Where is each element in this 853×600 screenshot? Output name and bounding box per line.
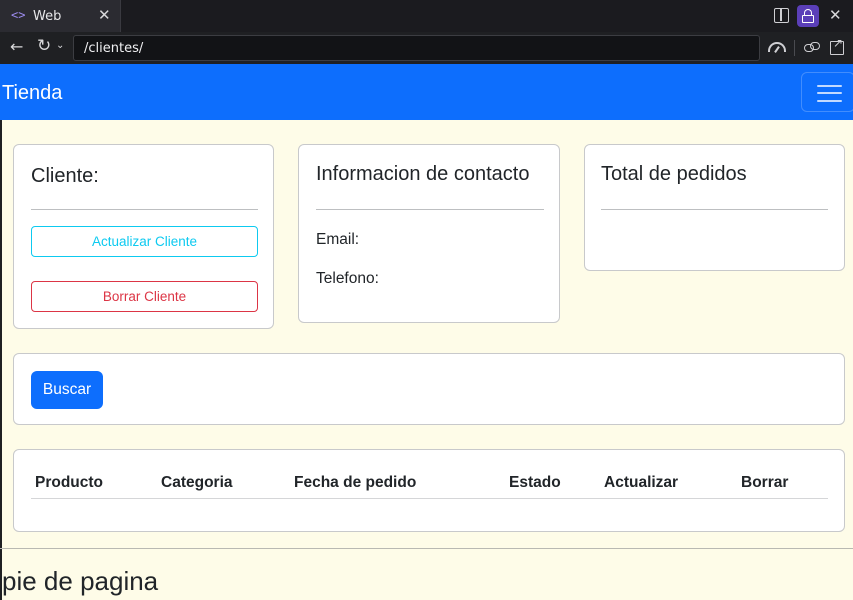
toolbar-divider bbox=[794, 40, 795, 56]
top-navbar: Tienda bbox=[0, 64, 853, 120]
window-close-icon[interactable]: ✕ bbox=[829, 6, 842, 24]
divider bbox=[601, 209, 828, 210]
search-card: Buscar bbox=[13, 353, 845, 425]
tab-title: Web bbox=[33, 9, 62, 24]
split-view-icon[interactable] bbox=[774, 8, 789, 23]
table-header-divider bbox=[31, 498, 828, 499]
table-header-estado: Estado bbox=[509, 474, 561, 491]
hamburger-icon bbox=[817, 85, 842, 87]
browser-tab[interactable]: <> Web ✕ bbox=[0, 0, 121, 32]
back-arrow-icon[interactable]: ← bbox=[10, 37, 23, 56]
footer-divider bbox=[0, 548, 853, 549]
table-header-borrar: Borrar bbox=[741, 474, 789, 491]
table-header-categoria: Categoria bbox=[161, 474, 233, 491]
navbar-toggler-button[interactable] bbox=[801, 72, 853, 112]
code-icon: <> bbox=[11, 8, 26, 22]
divider bbox=[31, 209, 258, 210]
divider bbox=[316, 209, 544, 210]
browser-tab-bar: <> Web ✕ ✕ bbox=[0, 0, 853, 32]
page-left-edge bbox=[0, 64, 2, 600]
footer-text: pie de pagina bbox=[2, 566, 159, 596]
total-orders-card: Total de pedidos bbox=[584, 144, 845, 271]
navbar-brand[interactable]: Tienda bbox=[2, 82, 62, 105]
performance-gauge-icon[interactable] bbox=[768, 42, 786, 52]
tab-close-icon[interactable]: ✕ bbox=[98, 6, 111, 24]
lock-icon[interactable] bbox=[797, 5, 819, 27]
address-bar: ← ↻ ⌄ /clientes/ bbox=[0, 32, 853, 64]
orders-card-title: Total de pedidos bbox=[601, 163, 747, 185]
update-client-button[interactable]: Actualizar Cliente bbox=[31, 226, 258, 257]
contact-info-card: Informacion de contacto Email: Telefono: bbox=[298, 144, 560, 323]
url-input[interactable]: /clientes/ bbox=[73, 35, 760, 61]
cliente-card: Cliente: Actualizar Cliente Borrar Clien… bbox=[13, 144, 274, 329]
table-header-producto: Producto bbox=[35, 474, 104, 491]
cliente-card-title: Cliente: bbox=[31, 165, 99, 187]
reload-icon[interactable]: ↻ bbox=[37, 36, 51, 56]
orders-table-card: Producto Categoria Fecha de pedido Estad… bbox=[13, 449, 845, 532]
link-icon[interactable] bbox=[804, 42, 820, 54]
email-label: Email: bbox=[316, 231, 360, 248]
table-header-fecha: Fecha de pedido bbox=[294, 474, 417, 491]
delete-client-button[interactable]: Borrar Cliente bbox=[31, 281, 258, 312]
search-button[interactable]: Buscar bbox=[31, 371, 103, 409]
phone-label: Telefono: bbox=[316, 270, 379, 287]
open-external-icon[interactable] bbox=[830, 36, 844, 55]
chevron-down-icon[interactable]: ⌄ bbox=[56, 40, 64, 51]
contact-card-title: Informacion de contacto bbox=[316, 163, 530, 185]
table-header-actualizar: Actualizar bbox=[604, 474, 679, 491]
